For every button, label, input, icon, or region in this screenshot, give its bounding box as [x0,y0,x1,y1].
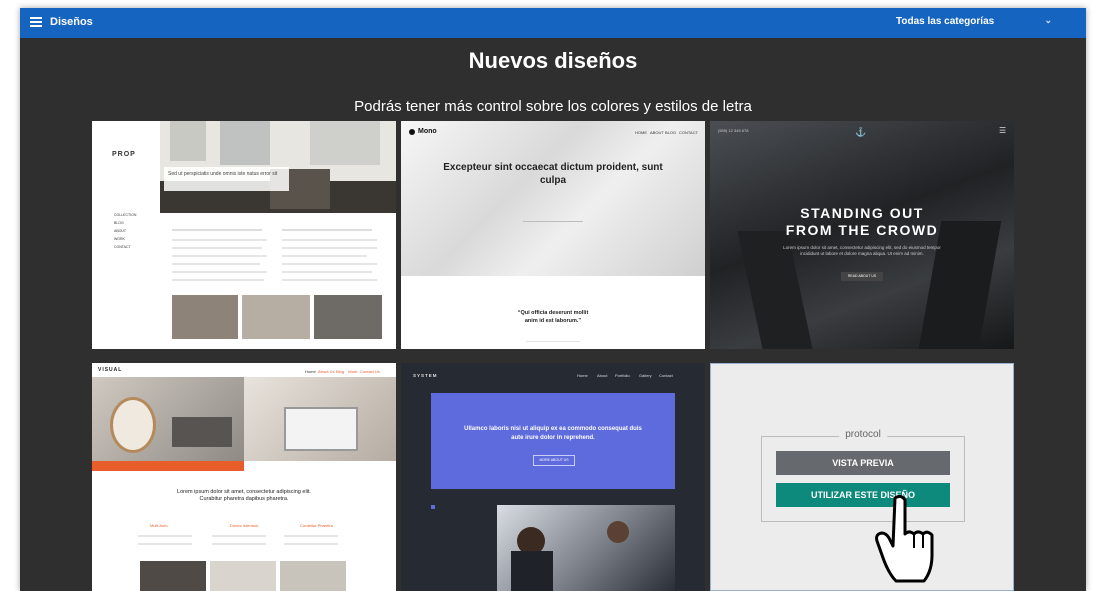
prop-nav-item: CONTACT [114,245,131,249]
visual-col-title: Curabitur Pharetra [300,523,333,528]
system-nav-item: Gallery [639,373,652,378]
visual-thumb [280,561,346,591]
category-select-value: Todas las categorías [896,16,995,27]
visual-logo: VISUAL [98,367,123,373]
prop-nav-item: BLOG [114,221,124,225]
hand-pointer-icon [875,494,934,583]
crowd-phone: (555) 12 345 678 [718,128,749,133]
design-card-visual[interactable]: VISUAL Home About Us Blog Work Contact U… [92,363,396,591]
top-bar: Diseños Todas las categorías ⌄ [20,8,1086,38]
mono-nav-item: ABOUT [650,130,664,135]
visual-nav-item: About Us [318,369,335,374]
crowd-headline-line: FROM THE CROWD [785,222,939,238]
prop-thumb [242,295,310,339]
system-hero: Ullamco laboris nisi ut aliquip ex ea co… [431,393,675,489]
design-card-system[interactable]: SYSTEM Home About Portfolio Gallery Cont… [401,363,705,591]
prop-logo: PROP [112,151,136,158]
visual-thumb [210,561,276,591]
prop-hero-caption: Sed ut perspiciatis unde omnis iste natu… [168,171,278,177]
mono-nav-item: HOME [635,130,647,135]
visual-col-title: Multi Auto [150,523,168,528]
app-window: Diseños Todas las categorías ⌄ Nuevos di… [20,8,1086,591]
chevron-down-icon: ⌄ [1044,15,1052,25]
prop-hero-caption-box: Sed ut perspiciatis unde omnis iste natu… [164,167,289,191]
mono-logo-icon [409,129,415,135]
visual-photo [244,377,396,461]
visual-thumb [140,561,206,591]
design-card-crowd[interactable]: (555) 12 345 678 ⚓ ☰ STANDING OUT FROM T… [710,121,1014,349]
page-title: Nuevos diseños [468,48,638,73]
visual-col-title: Donec Interdum [230,523,259,528]
prop-nav-item: COLLECTION [114,213,137,217]
page-subtitle: Podrás tener más control sobre los color… [354,98,752,115]
mono-nav-item: CONTACT [679,130,699,135]
mono-logo: Mono [418,128,437,135]
prop-thumb [172,295,238,339]
design-card-mono[interactable]: Mono HOME ABOUT BLOG CONTACT Excepteur s… [401,121,705,349]
system-headline: Ullamco laboris nisi ut aliquip ex ea co… [464,426,642,441]
system-nav-item: About [597,373,608,378]
design-card-prop[interactable]: PROP COLLECTION BLOG ABOUT WORK CONTACT … [92,121,396,349]
prop-thumb [314,295,382,339]
system-button: MORE ABOUT US [533,455,575,466]
visual-nav-item: Work [348,369,358,374]
menu-icon[interactable] [30,17,42,27]
visual-banner: Collage [92,461,244,475]
hamburger-icon: ☰ [999,126,1007,135]
crowd-button: READ ABOUT US [841,272,883,281]
system-logo: SYSTEM [413,373,438,378]
visual-banner-label: Collage [98,470,112,475]
system-nav-item: Home [577,373,588,378]
preview-button[interactable]: VISTA PREVIA [776,451,950,475]
design-card-protocol: protocol VISTA PREVIA UTILIZAR ESTE DISE… [710,363,1014,591]
visual-headline: Lorem ipsum dolor sit amet, consectetur … [177,489,311,502]
mono-hero [401,121,705,276]
crowd-headline-line: STANDING OUT [800,205,924,221]
system-nav-item: Portfolio [615,373,630,378]
crowd-logo-icon: ⚓ [855,127,867,137]
system-nav-item: Contact [659,373,673,378]
mono-nav-item: BLOG [665,130,677,135]
mono-headline: Excepteur sint occaecat dictum proident,… [443,162,663,186]
visual-photo [92,377,244,461]
category-select[interactable]: Todas las categorías ⌄ [896,15,1052,27]
crowd-headline: STANDING OUT FROM THE CROWD [710,205,1014,239]
visual-nav-item: Home [305,369,316,374]
prop-nav-item: WORK [114,237,125,241]
system-bullet [431,505,435,509]
visual-nav-item: Contact Us [360,369,380,374]
prop-nav-item: ABOUT [114,229,127,233]
crowd-body: Lorem ipsum dolor sit amet, consectetur … [783,245,941,256]
system-photo [497,505,675,591]
mono-quote: “Qui officia deserunt mollit anim id est… [517,310,589,324]
app-title: Diseños [50,16,93,28]
visual-nav-item: Blog [336,369,345,374]
prop-nav: COLLECTION BLOG ABOUT WORK CONTACT [114,211,136,251]
protocol-name: protocol [839,429,887,440]
